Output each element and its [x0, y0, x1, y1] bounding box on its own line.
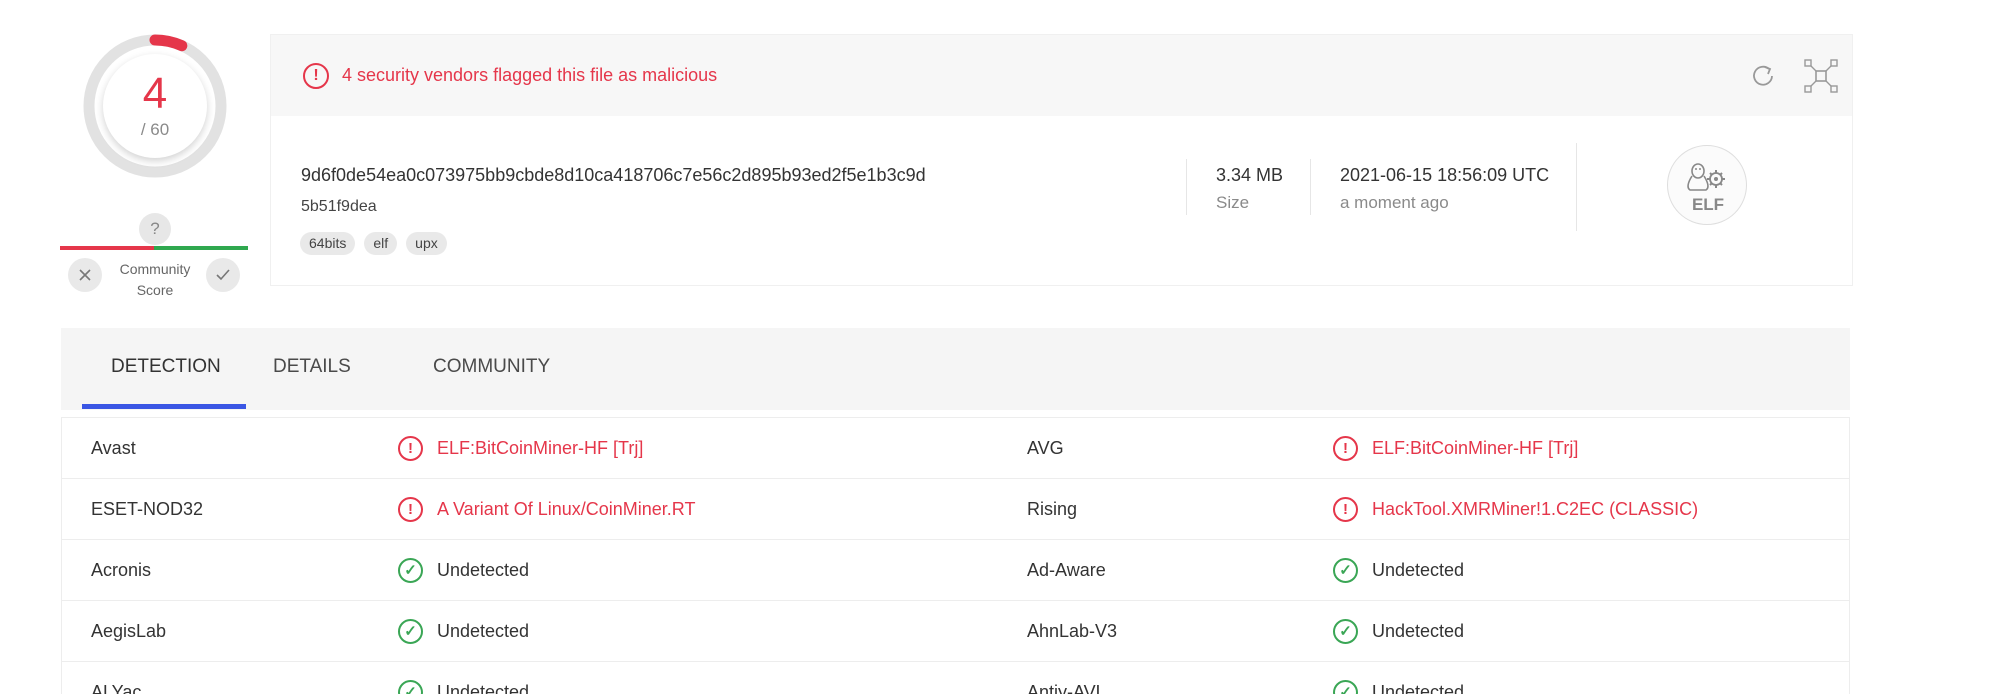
engine-result: Undetected — [1372, 682, 1465, 694]
engine-result: Undetected — [437, 682, 530, 694]
gauge-center: 4 / 60 — [103, 54, 207, 158]
engine-name: Antiy-AVL — [1027, 682, 1106, 694]
reanalyze-button[interactable] — [1747, 60, 1779, 92]
engine-result: Undetected — [1372, 621, 1465, 641]
community-score-label: Community Score — [119, 261, 191, 298]
table-row: Avast ! ELF:BitCoinMiner-HF [Trj] AVG ! … — [62, 418, 1849, 479]
check-circle-icon: ✓ — [1333, 558, 1358, 583]
check-circle-icon: ✓ — [398, 680, 423, 694]
alert-text: 4 security vendors flagged this file as … — [342, 65, 718, 85]
file-size-value: 3.34 MB — [1216, 165, 1284, 185]
engine-result: HackTool.XMRMiner!1.C2EC (CLASSIC) — [1372, 499, 1699, 519]
malicious-icon: ! — [1333, 436, 1358, 461]
engine-result: Undetected — [437, 621, 530, 641]
engine-result: Undetected — [437, 560, 530, 580]
file-tag[interactable]: elf — [364, 232, 398, 255]
divider — [1310, 159, 1311, 215]
detection-gauge: 4 / 60 — [82, 33, 228, 179]
detection-count: 4 — [142, 69, 168, 118]
engine-name: AVG — [1027, 438, 1064, 458]
engine-result: Undetected — [1372, 560, 1465, 580]
malicious-icon: ! — [398, 436, 423, 461]
tab-detection[interactable]: DETECTION — [111, 356, 221, 378]
engine-name: Acronis — [91, 560, 152, 580]
svg-text:ELF: ELF — [1692, 195, 1724, 214]
check-circle-icon: ✓ — [398, 558, 423, 583]
divider — [1576, 143, 1577, 231]
engine-name: ALYac — [91, 682, 142, 694]
file-size-label: Size — [1216, 193, 1250, 212]
report-tabs: DETECTION DETAILS COMMUNITY — [61, 328, 1850, 410]
file-tag[interactable]: 64bits — [300, 232, 356, 255]
malicious-icon: ! — [398, 497, 423, 522]
check-circle-icon: ✓ — [1333, 680, 1358, 694]
analysis-date-label: a moment ago — [1340, 193, 1449, 212]
alert-exclamation-icon: ! — [303, 63, 329, 89]
file-tags: 64bits elf upx — [300, 232, 447, 255]
vote-malicious-button[interactable] — [68, 258, 102, 292]
engine-total: / 60 — [140, 120, 170, 139]
tab-details[interactable]: DETAILS — [273, 356, 351, 378]
similar-files-button[interactable] — [1803, 58, 1839, 94]
active-tab-indicator — [82, 404, 246, 409]
refresh-icon — [1753, 65, 1773, 86]
close-icon — [79, 269, 91, 281]
file-name: 5b51f9dea — [301, 198, 377, 215]
file-hash[interactable]: 9d6f0de54ea0c073975bb9cbde8d10ca418706c7… — [301, 165, 926, 186]
check-circle-icon: ✓ — [1333, 619, 1358, 644]
engine-result: ELF:BitCoinMiner-HF [Trj] — [437, 438, 644, 458]
detection-table: Avast ! ELF:BitCoinMiner-HF [Trj] AVG ! … — [61, 417, 1850, 694]
elf-file-type-icon: ELF — [1667, 145, 1747, 225]
malicious-icon: ! — [1333, 497, 1358, 522]
file-summary-card: ! 4 security vendors flagged this file a… — [270, 34, 1853, 286]
table-row: ESET-NOD32 ! A Variant Of Linux/CoinMine… — [62, 479, 1849, 540]
detection-score-widget: 4 / 60 ? Community Score — [60, 30, 250, 300]
graph-nodes-icon — [1804, 59, 1838, 93]
table-row: AegisLab ✓ Undetected AhnLab-V3 ✓ Undete… — [62, 601, 1849, 662]
table-row: Acronis ✓ Undetected Ad-Aware ✓ Undetect… — [62, 540, 1849, 601]
community-score-bar — [60, 246, 248, 250]
table-row: ALYac ✓ Undetected Antiy-AVL ✓ Undetecte… — [62, 662, 1849, 694]
divider — [1186, 159, 1187, 215]
community-score-unknown-icon: ? — [139, 213, 171, 245]
engine-result: ELF:BitCoinMiner-HF [Trj] — [1372, 438, 1579, 458]
vote-harmless-button[interactable] — [206, 258, 240, 292]
engine-name: Rising — [1027, 499, 1078, 519]
check-circle-icon: ✓ — [398, 619, 423, 644]
engine-name: AegisLab — [91, 621, 167, 641]
malicious-alert-bar: ! 4 security vendors flagged this file a… — [271, 35, 1852, 116]
engine-name: Ad-Aware — [1027, 560, 1106, 580]
engine-name: AhnLab-V3 — [1027, 621, 1118, 641]
analysis-date-value: 2021-06-15 18:56:09 UTC — [1340, 165, 1550, 185]
file-tag[interactable]: upx — [406, 232, 447, 255]
engine-name: Avast — [91, 438, 136, 458]
engine-result: A Variant Of Linux/CoinMiner.RT — [437, 499, 696, 519]
engine-name: ESET-NOD32 — [91, 499, 204, 519]
tab-community[interactable]: COMMUNITY — [433, 356, 550, 378]
check-icon — [216, 269, 230, 281]
